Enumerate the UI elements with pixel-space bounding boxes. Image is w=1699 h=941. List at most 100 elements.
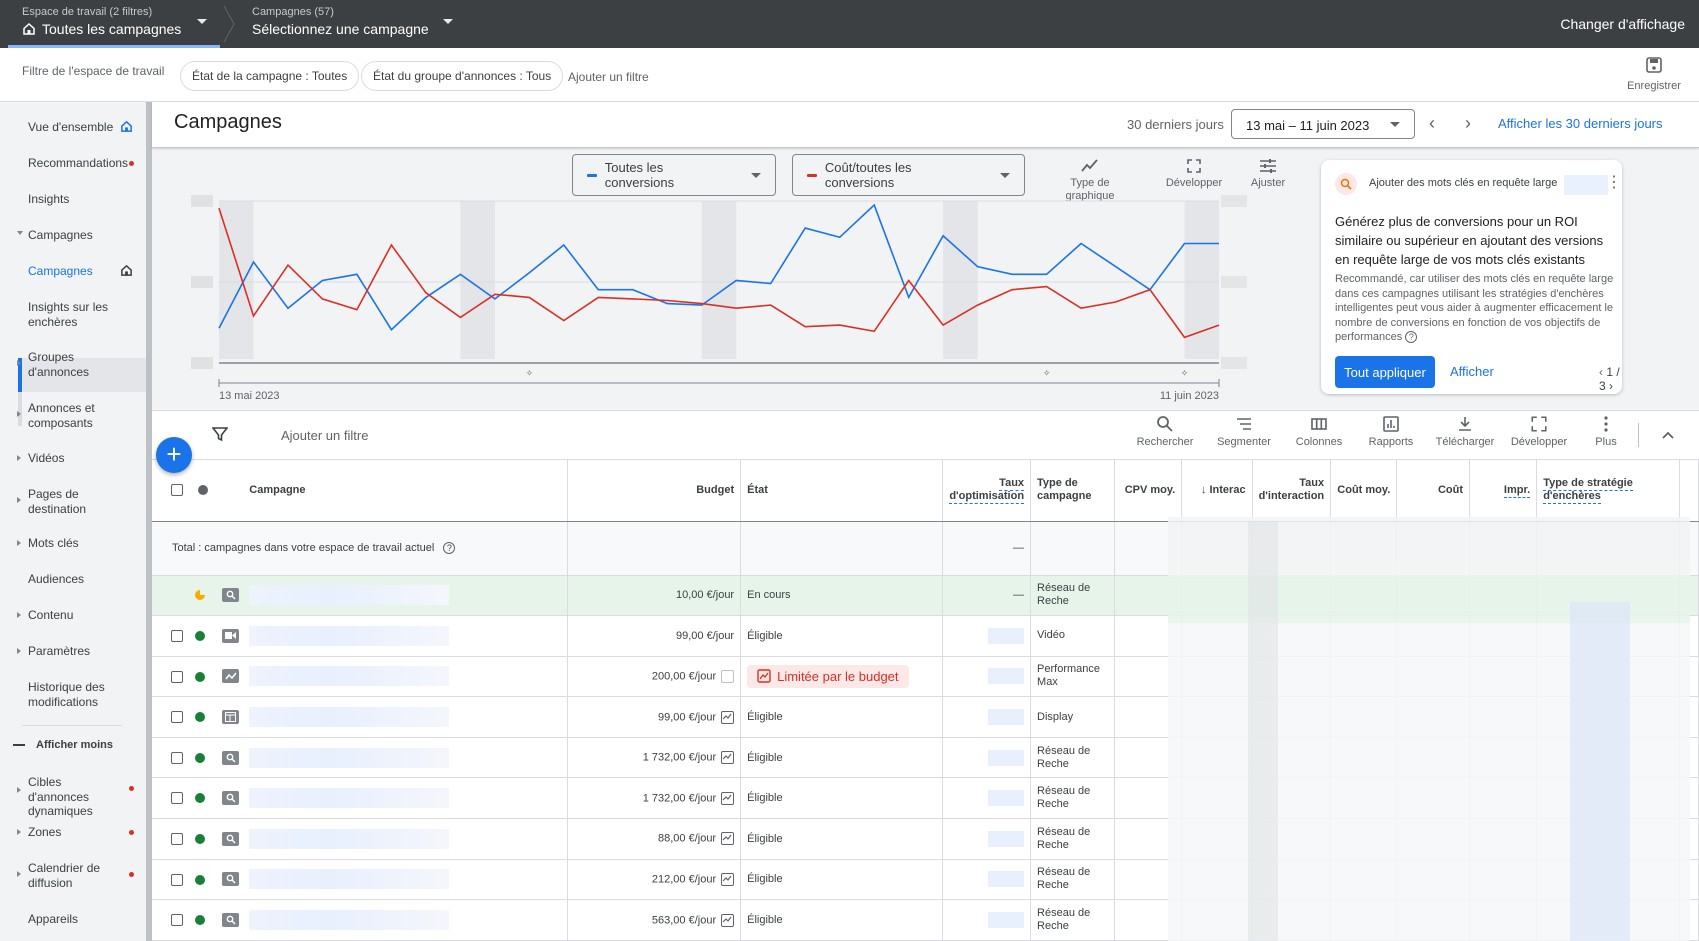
budget-cell[interactable]: 1 732,00 €/jour <box>567 777 742 820</box>
sidebar-item-insights[interactable]: Insights <box>28 192 138 207</box>
sidebar-item-videos[interactable]: Vidéos <box>28 451 138 466</box>
previous-period-button[interactable]: ‹ <box>1429 113 1435 134</box>
expand-right-icon[interactable] <box>17 360 21 366</box>
previous-icon[interactable]: ‹ <box>1599 365 1603 379</box>
show-less-button[interactable]: Afficher moins <box>36 738 146 753</box>
budget-chart-icon[interactable] <box>721 751 735 765</box>
adgroup-status-chip[interactable]: État du groupe d'annonces : Tous <box>361 61 564 91</box>
budget-cell[interactable]: 1 732,00 €/jour <box>567 737 742 779</box>
annotation-marker-icon[interactable]: ✧ <box>1181 368 1189 378</box>
row-checkbox[interactable] <box>171 873 183 886</box>
next-period-button[interactable]: › <box>1465 113 1471 134</box>
row-checkbox[interactable] <box>171 792 183 805</box>
limited-by-budget-badge[interactable]: Limitée par le budget <box>747 664 909 688</box>
expand-right-icon[interactable] <box>17 497 21 503</box>
campaign-name-redacted[interactable] <box>249 666 450 687</box>
status-enabled-icon[interactable] <box>195 630 205 641</box>
campaign-name-redacted[interactable] <box>249 585 450 606</box>
campaign-name-redacted[interactable] <box>249 625 450 646</box>
filter-icon[interactable] <box>212 426 228 442</box>
row-checkbox[interactable] <box>171 670 183 683</box>
expand-right-icon[interactable] <box>17 612 21 618</box>
campaign-dropdown-icon[interactable] <box>443 19 453 24</box>
add-filter-input[interactable]: Ajouter un filtre <box>281 428 368 443</box>
column-header-interaction-rate[interactable]: Taux d'interaction <box>1252 460 1332 522</box>
change-view-button[interactable]: Changer d'affichage <box>1560 16 1685 32</box>
sidebar-item-ads-assets[interactable]: Annonces et composants <box>28 401 108 430</box>
column-header-impressions[interactable]: Impr. <box>1469 460 1538 522</box>
column-header-status[interactable]: État <box>740 460 944 522</box>
status-enabled-icon[interactable] <box>195 671 205 682</box>
create-campaign-fab[interactable]: + <box>156 437 192 473</box>
column-header-cost[interactable]: Coût <box>1396 460 1471 522</box>
budget-cell[interactable]: 200,00 €/jour <box>567 656 742 698</box>
expand-right-icon[interactable] <box>17 540 21 546</box>
expand-right-icon[interactable] <box>17 829 21 835</box>
status-pending-icon[interactable] <box>195 590 205 601</box>
sidebar-item-audiences[interactable]: Audiences <box>28 572 138 587</box>
budget-cell[interactable]: 88,00 €/jour <box>567 818 742 860</box>
campaign-status-chip[interactable]: État de la campagne : Toutes <box>180 61 360 91</box>
save-button[interactable]: Enregistrer <box>1625 56 1683 92</box>
help-icon[interactable]: ? <box>443 542 456 554</box>
column-header-avg-cost[interactable]: Coût moy. <box>1330 460 1398 522</box>
expand-table-button[interactable]: Développer <box>1506 415 1572 448</box>
budget-chart-icon[interactable] <box>721 791 735 805</box>
segment-button[interactable]: Segmenter <box>1210 415 1278 448</box>
campaign-name-redacted[interactable] <box>249 707 450 728</box>
column-header-campaign-type[interactable]: Type de campagne <box>1030 460 1116 522</box>
more-vert-icon[interactable]: ⋮ <box>1606 172 1622 192</box>
expand-down-icon[interactable] <box>17 231 23 235</box>
budget-cell[interactable]: 99,00 €/jour <box>567 696 742 738</box>
reports-button[interactable]: Rapports <box>1360 415 1422 448</box>
campaign-name-redacted[interactable] <box>249 788 450 809</box>
budget-chart-icon[interactable] <box>721 913 735 927</box>
sidebar-item-change-history[interactable]: Historique des modifications <box>28 680 114 709</box>
next-icon[interactable]: › <box>1609 379 1613 393</box>
status-enabled-icon[interactable] <box>195 793 205 804</box>
expand-right-icon[interactable] <box>17 787 21 793</box>
campaign-name-redacted[interactable] <box>249 828 450 849</box>
sidebar-item-locations[interactable]: Zones <box>28 825 138 840</box>
budget-chart-icon[interactable] <box>721 710 735 724</box>
expand-right-icon[interactable] <box>17 411 21 417</box>
status-column-header[interactable] <box>189 460 217 522</box>
sidebar-item-recommendations[interactable]: Recommandations <box>28 156 130 171</box>
row-checkbox[interactable] <box>171 629 183 642</box>
campaign-name-redacted[interactable] <box>249 747 450 768</box>
status-enabled-icon[interactable] <box>195 874 205 885</box>
column-header-campaign[interactable]: Campagne <box>249 460 568 522</box>
chevron-up-icon[interactable] <box>1661 428 1675 442</box>
status-enabled-icon[interactable] <box>195 915 205 926</box>
sidebar-item-ad-groups[interactable]: Groupes d'annonces <box>28 350 108 379</box>
column-header-budget[interactable]: Budget <box>567 460 742 522</box>
show-last-30-days-link[interactable]: Afficher les 30 derniers jours <box>1498 116 1663 131</box>
campaign-name-redacted[interactable] <box>249 869 450 890</box>
sidebar-item-ad-schedule[interactable]: Calendrier de diffusion <box>28 861 108 890</box>
budget-cell[interactable]: 99,00 €/jour <box>567 615 742 657</box>
date-range-picker[interactable]: 13 mai – 11 juin 2023 <box>1231 109 1415 139</box>
campaign-selector[interactable]: Campagnes (57) Sélectionnez une campagne <box>252 6 429 37</box>
sidebar-item-landing-pages[interactable]: Pages de destination <box>28 487 108 516</box>
sidebar-item-campaigns-group[interactable]: Campagnes <box>28 228 138 243</box>
sidebar-item-dynamic-ad-targets[interactable]: Cibles d'annonces dynamiques <box>28 775 124 819</box>
budget-cell[interactable]: 563,00 €/jour <box>567 899 742 941</box>
expand-right-icon[interactable] <box>17 871 21 877</box>
annotation-marker-icon[interactable]: ✧ <box>526 368 534 378</box>
workspace-dropdown-icon[interactable] <box>197 19 207 24</box>
budget-cell[interactable]: 212,00 €/jour <box>567 859 742 901</box>
column-header-avg-cpv[interactable]: CPV moy. <box>1114 460 1183 522</box>
columns-button[interactable]: Colonnes <box>1288 415 1350 448</box>
download-button[interactable]: Télécharger <box>1431 415 1499 448</box>
expand-right-icon[interactable] <box>17 455 21 461</box>
budget-chart-icon[interactable] <box>721 872 735 886</box>
status-enabled-icon[interactable] <box>195 833 205 844</box>
add-workspace-filter-link[interactable]: Ajouter un filtre <box>568 70 649 84</box>
sidebar-item-auction-insights[interactable]: Insights sur les enchères <box>28 300 138 329</box>
sidebar-item-content[interactable]: Contenu <box>28 608 138 623</box>
search-button[interactable]: Rechercher <box>1130 415 1200 448</box>
row-checkbox[interactable] <box>171 832 183 845</box>
view-recommendation-link[interactable]: Afficher <box>1450 364 1494 379</box>
column-header-bid-strategy[interactable]: Type de stratégie d'enchères <box>1536 460 1681 522</box>
status-enabled-icon[interactable] <box>195 712 205 723</box>
